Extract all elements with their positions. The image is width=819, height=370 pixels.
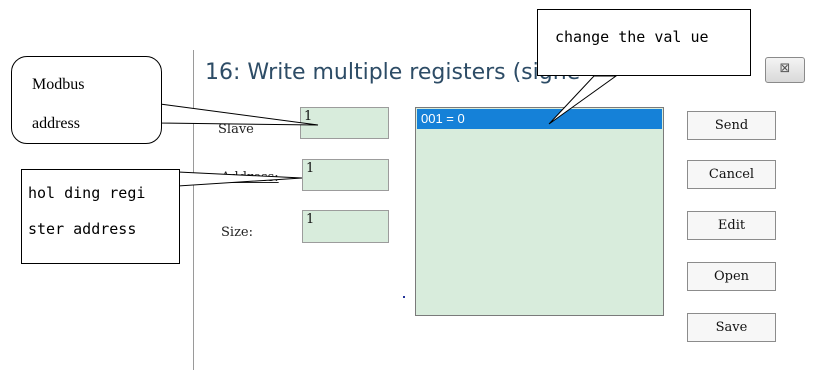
modbus-callout-pointer <box>159 103 319 126</box>
change-callout-pointer <box>548 75 618 125</box>
modbus-callout-line1: Modbus <box>32 76 85 93</box>
modbus-address-callout: Modbus address <box>11 56 162 144</box>
change-value-callout: change the val ue <box>537 9 751 76</box>
change-callout-text: change the val ue <box>555 28 709 46</box>
holding-callout-line2: ster address <box>28 220 137 238</box>
holding-callout-pointer <box>177 171 303 187</box>
holding-callout-line1: hol ding regi <box>28 184 146 202</box>
modbus-callout-line2: address <box>32 115 80 132</box>
holding-register-callout: hol ding regi ster address <box>21 169 180 264</box>
